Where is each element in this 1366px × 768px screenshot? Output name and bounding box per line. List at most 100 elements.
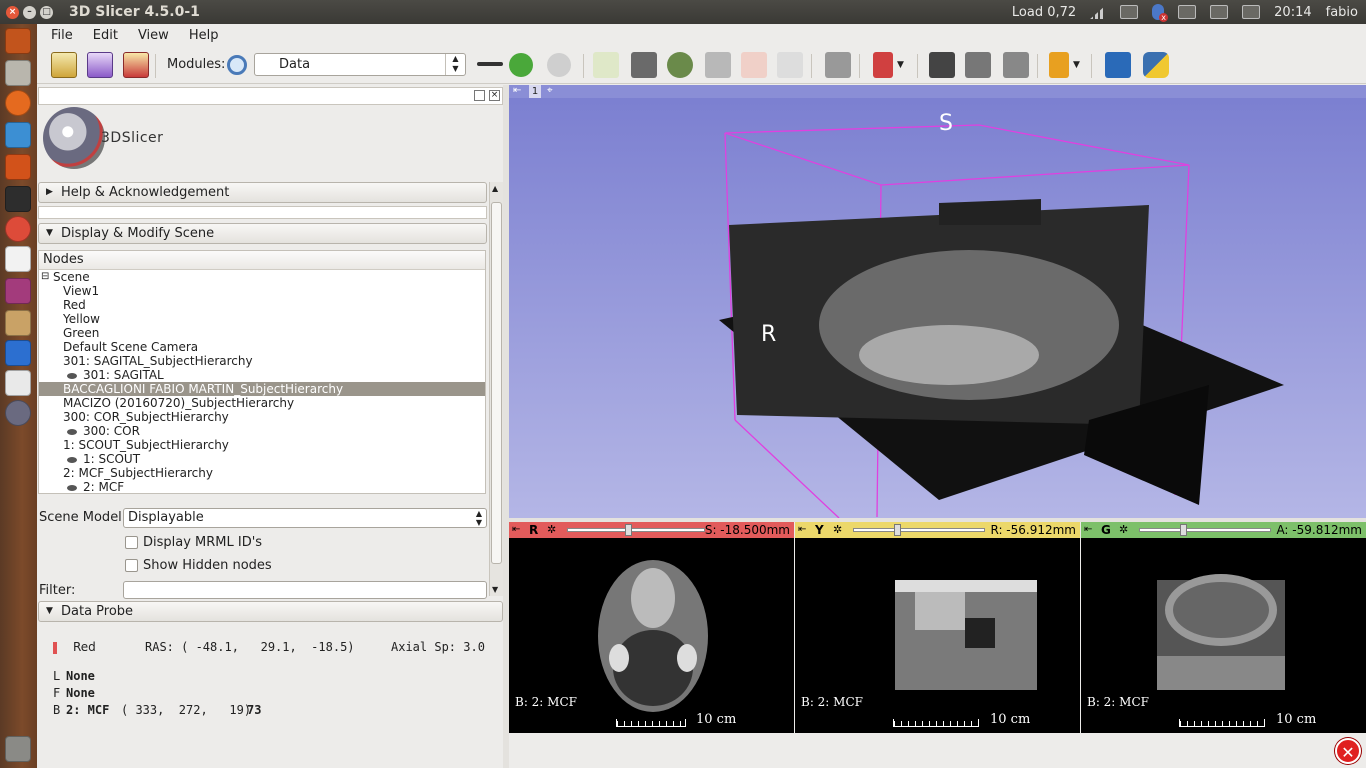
software-center-icon[interactable] bbox=[5, 278, 31, 304]
scene-section[interactable]: ▼ Display & Modify Scene bbox=[38, 223, 487, 244]
slice-view-red[interactable]: ⇤ R ✲ S: -18.500mm B: 2: MCF 10 cm bbox=[509, 522, 794, 733]
transforms-icon[interactable] bbox=[705, 52, 731, 78]
signal-bars-icon[interactable] bbox=[1090, 5, 1107, 19]
slider-handle[interactable] bbox=[894, 524, 901, 536]
module-selector-arrows[interactable]: ▲ ▼ bbox=[445, 54, 465, 75]
data-probe-section[interactable]: ▼ Data Probe bbox=[38, 601, 503, 622]
writer-icon[interactable] bbox=[5, 122, 31, 148]
tree-node[interactable]: 300: COR bbox=[39, 424, 485, 438]
tree-node[interactable]: View1 bbox=[39, 284, 485, 298]
nodes-tree[interactable]: Nodes ⊟ Scene View1 Red Yellow Green Default S… bbox=[38, 250, 486, 494]
bluetooth-icon[interactable] bbox=[1152, 4, 1169, 22]
mouse-mode-icon[interactable] bbox=[873, 52, 893, 78]
trash-icon[interactable] bbox=[5, 736, 31, 762]
error-log-icon[interactable]: ✕ bbox=[1335, 738, 1361, 764]
slider-handle[interactable] bbox=[1180, 524, 1187, 536]
load-indicator[interactable]: Load 0,72 bbox=[1012, 5, 1076, 20]
pin-icon[interactable]: ⇤ bbox=[798, 522, 806, 538]
volumes-icon[interactable] bbox=[631, 52, 657, 78]
tree-node[interactable]: MACIZO (20160720)_SubjectHierarchy bbox=[39, 396, 485, 410]
mail-icon[interactable] bbox=[1178, 5, 1197, 19]
user-name[interactable]: fabio bbox=[1326, 5, 1358, 20]
markups-icon[interactable] bbox=[741, 52, 767, 78]
scroll-up-icon[interactable]: ▲ bbox=[492, 184, 498, 193]
link-icon[interactable]: ✲ bbox=[1119, 522, 1128, 538]
module-selector[interactable]: Data ▲ ▼ bbox=[254, 53, 466, 76]
close-panel-icon[interactable]: × bbox=[489, 90, 500, 101]
tree-node[interactable]: 301: SAGITAL_SubjectHierarchy bbox=[39, 354, 485, 368]
tree-node[interactable]: 1: SCOUT_SubjectHierarchy bbox=[39, 438, 485, 452]
text-editor-icon[interactable] bbox=[5, 370, 31, 396]
amazon-icon[interactable] bbox=[5, 246, 31, 272]
view-3d[interactable]: ⇤ 1 ⌖ S R bbox=[509, 85, 1366, 518]
scene-view-icon[interactable] bbox=[965, 52, 991, 78]
slice-view-yellow[interactable]: ⇤ Y ✲ R: -56.912mm B: 2: MCF 10 cm bbox=[795, 522, 1080, 733]
tree-node[interactable]: 300: COR_SubjectHierarchy bbox=[39, 410, 485, 424]
settings-icon[interactable] bbox=[5, 154, 31, 180]
maximize-window-button[interactable]: □ bbox=[40, 5, 53, 19]
terminal-icon[interactable] bbox=[5, 186, 31, 212]
back-icon[interactable] bbox=[509, 53, 533, 77]
pin-icon[interactable]: ⇤ bbox=[512, 522, 520, 538]
slice-controller-bar[interactable]: ⇤ R ✲ S: -18.500mm bbox=[509, 522, 794, 538]
menu-help[interactable]: Help bbox=[189, 28, 219, 43]
tree-node[interactable]: 1: SCOUT bbox=[39, 452, 485, 466]
undock-icon[interactable] bbox=[474, 90, 485, 101]
app-icon[interactable] bbox=[5, 310, 31, 336]
menu-view[interactable]: View bbox=[138, 28, 169, 43]
files-icon[interactable] bbox=[5, 60, 31, 86]
link-icon[interactable]: ✲ bbox=[547, 522, 556, 538]
mouse-mode-dropdown-icon[interactable]: ▼ bbox=[897, 52, 907, 78]
collapse-icon[interactable]: ⊟ bbox=[41, 270, 49, 284]
visibility-eye-icon[interactable] bbox=[67, 456, 77, 463]
visibility-eye-icon[interactable] bbox=[67, 428, 77, 435]
keyboard-icon[interactable] bbox=[1210, 5, 1229, 19]
view-layout-icon[interactable] bbox=[825, 52, 851, 78]
slice-offset-slider[interactable] bbox=[853, 528, 985, 532]
crosshair-icon[interactable] bbox=[1049, 52, 1069, 78]
visibility-eye-icon[interactable] bbox=[67, 372, 77, 379]
menu-edit[interactable]: Edit bbox=[93, 28, 118, 43]
chrome-icon[interactable] bbox=[5, 216, 31, 242]
dash-icon[interactable] bbox=[5, 28, 31, 54]
hidden-nodes-checkbox[interactable] bbox=[125, 559, 138, 572]
editor-icon[interactable] bbox=[777, 52, 803, 78]
drive-icon[interactable] bbox=[1120, 5, 1139, 19]
extension-manager-icon[interactable] bbox=[1105, 52, 1131, 78]
tree-node[interactable]: BACCAGLIONI FABIO MARTIN_SubjectHierarch… bbox=[39, 382, 485, 396]
volume-icon[interactable] bbox=[1242, 5, 1261, 19]
slice-controller-bar[interactable]: ⇤ G ✲ A: -59.812mm bbox=[1081, 522, 1366, 538]
panel-scrollbar[interactable]: ▲ ▼ bbox=[489, 182, 503, 596]
data-icon[interactable] bbox=[51, 52, 77, 78]
tree-node[interactable]: Default Scene Camera bbox=[39, 340, 485, 354]
forward-icon[interactable] bbox=[547, 53, 571, 77]
search-icon[interactable] bbox=[227, 55, 247, 75]
slicer-launcher-icon[interactable] bbox=[5, 400, 31, 426]
screenshot-icon[interactable] bbox=[929, 52, 955, 78]
tree-node[interactable]: Yellow bbox=[39, 312, 485, 326]
mrml-ids-checkbox[interactable] bbox=[125, 536, 138, 549]
layout-icon[interactable] bbox=[477, 62, 503, 66]
scrollbar-thumb[interactable] bbox=[491, 202, 502, 564]
scroll-down-icon[interactable]: ▼ bbox=[492, 585, 498, 594]
slice-offset-slider[interactable] bbox=[567, 528, 705, 532]
slice-view-green[interactable]: ⇤ G ✲ A: -59.812mm B: 2: MCF 10 cm bbox=[1081, 522, 1366, 733]
help-section[interactable]: ▶ Help & Acknowledgement bbox=[38, 182, 487, 203]
tree-node[interactable]: Red bbox=[39, 298, 485, 312]
models-icon[interactable] bbox=[667, 52, 693, 78]
visibility-eye-icon[interactable] bbox=[67, 484, 77, 491]
minimize-window-button[interactable]: – bbox=[23, 5, 36, 19]
python-icon[interactable] bbox=[1143, 52, 1169, 78]
scene-restore-icon[interactable] bbox=[1003, 52, 1029, 78]
tree-node[interactable]: 2: MCF bbox=[39, 480, 485, 493]
clock[interactable]: 20:14 bbox=[1274, 5, 1311, 20]
filter-input[interactable] bbox=[123, 581, 487, 599]
nodes-header[interactable]: Nodes bbox=[39, 251, 485, 270]
scene-model-combo[interactable]: Displayable ▲ ▼ bbox=[123, 508, 487, 528]
close-window-button[interactable]: × bbox=[6, 5, 19, 19]
save-icon[interactable] bbox=[123, 52, 149, 78]
firefox-icon[interactable] bbox=[5, 90, 31, 116]
menu-file[interactable]: File bbox=[51, 28, 73, 43]
slice-controller-bar[interactable]: ⇤ Y ✲ R: -56.912mm bbox=[795, 522, 1080, 538]
link-icon[interactable]: ✲ bbox=[833, 522, 842, 538]
